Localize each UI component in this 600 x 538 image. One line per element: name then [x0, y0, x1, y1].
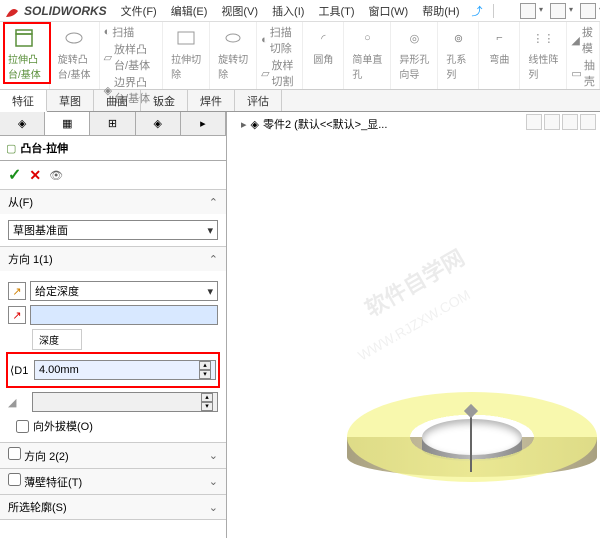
extrude-boss-button[interactable]: 拉伸凸 台/基体: [4, 24, 45, 83]
direction-field[interactable]: [30, 305, 218, 325]
shell-button[interactable]: ▭抽壳: [571, 57, 595, 89]
reverse-direction-button[interactable]: ↗: [8, 282, 26, 300]
revolve-boss-button[interactable]: 旋转凸 台/基体: [54, 24, 95, 83]
panel-tab-feature-tree[interactable]: ◈: [0, 112, 45, 135]
menu-edit[interactable]: 编辑(E): [165, 1, 214, 21]
panel-tab-property[interactable]: ▦: [45, 112, 90, 135]
property-manager-panel: ◈ ▦ ⊞ ◈ ▸ ▢ 凸台-拉伸 ✓ ✕ 👁 从(F)⌃ 草图基准面 方向 1…: [0, 112, 227, 538]
tab-surface[interactable]: 曲面: [94, 90, 141, 111]
vp-tool-2[interactable]: [544, 114, 560, 130]
depth-tooltip: 深度: [32, 329, 82, 350]
menu-window[interactable]: 窗口(W): [363, 1, 415, 21]
panel-tab-dimxpert[interactable]: ◈: [136, 112, 181, 135]
part-icon: ◈: [251, 118, 259, 131]
draft-outward-checkbox[interactable]: [16, 420, 29, 433]
draft-icon: ◢: [8, 396, 28, 409]
hole-wizard-button[interactable]: ◎异形孔 向导: [395, 24, 433, 83]
tab-evaluate[interactable]: 评估: [235, 90, 282, 111]
sweep-cut-button[interactable]: ◐扫描切除: [261, 24, 298, 56]
direction-vector-button[interactable]: ↗: [8, 306, 26, 324]
draft-spin-down[interactable]: ▾: [201, 402, 213, 411]
save-doc-icon[interactable]: [580, 3, 596, 19]
tab-sketch[interactable]: 草图: [47, 90, 94, 111]
app-name: SOLIDWORKS: [24, 4, 107, 18]
sweep-button[interactable]: ◐扫描: [104, 24, 159, 40]
thin-checkbox[interactable]: [8, 473, 21, 486]
revolve-cut-button[interactable]: 旋转切 除: [214, 24, 252, 83]
from-plane-dropdown[interactable]: 草图基准面: [8, 220, 218, 240]
tab-weldment[interactable]: 焊件: [188, 90, 235, 111]
hole-series-button[interactable]: ⊚孔系列: [442, 24, 474, 83]
separator: [493, 4, 494, 18]
menu-insert[interactable]: 插入(I): [266, 1, 310, 21]
vp-tool-3[interactable]: [562, 114, 578, 130]
tab-sheetmetal[interactable]: 钣金: [141, 90, 188, 111]
depth-input[interactable]: ▴▾: [34, 360, 216, 380]
end-condition-dropdown[interactable]: 给定深度: [30, 281, 218, 301]
depth-icon: ⟨D1: [10, 364, 30, 377]
ok-button[interactable]: ✓: [8, 165, 21, 185]
depth-spin-down[interactable]: ▾: [199, 370, 211, 379]
section-dir1-header[interactable]: 方向 1(1)⌃: [0, 247, 226, 271]
preview-button[interactable]: 👁: [49, 169, 63, 182]
dir2-checkbox[interactable]: [8, 447, 21, 460]
highlight-box-2: ⟨D1 ▴▾: [6, 352, 220, 388]
draft-outward-label: 向外拔模(O): [33, 418, 93, 434]
menu-bar: SOLIDWORKS 文件(F) 编辑(E) 视图(V) 插入(I) 工具(T)…: [0, 0, 600, 22]
bend-button[interactable]: ⌐弯曲: [483, 24, 515, 68]
draft-spin-up[interactable]: ▴: [201, 393, 213, 402]
breadcrumb-part[interactable]: 零件2 (默认<<默认>_显...: [263, 116, 387, 132]
tab-feature[interactable]: 特征: [0, 90, 47, 112]
fillet-button[interactable]: ◜圆角: [307, 24, 339, 68]
section-contour-header[interactable]: 所选轮廓(S)⌄: [0, 495, 226, 519]
draft-input[interactable]: ▴▾: [32, 392, 218, 412]
menu-view[interactable]: 视图(V): [215, 1, 264, 21]
command-manager-tabs: 特征 草图 曲面 钣金 焊件 评估: [0, 90, 600, 112]
depth-spin-up[interactable]: ▴: [199, 361, 211, 370]
watermark-2: WWW.RJZXW.COM: [355, 286, 473, 363]
panel-tab-display[interactable]: ▸: [181, 112, 226, 135]
watermark-1: 软件自学网: [358, 241, 469, 324]
feature-title: 凸台-拉伸: [20, 140, 68, 156]
cube-icon: ▢: [6, 142, 16, 155]
panel-tab-config[interactable]: ⊞: [90, 112, 135, 135]
app-logo-icon: [4, 3, 20, 19]
vp-tool-1[interactable]: [526, 114, 542, 130]
vp-tool-4[interactable]: [580, 114, 596, 130]
loft-cut-button[interactable]: ▱放样切割: [261, 57, 298, 89]
draft-button[interactable]: ◢拔模: [571, 24, 595, 56]
loft-button[interactable]: ▱放样凸台/基体: [104, 41, 159, 73]
simple-hole-button[interactable]: ○简单直 孔: [348, 24, 386, 83]
new-doc-icon[interactable]: [520, 3, 536, 19]
linear-pattern-button[interactable]: ⋮⋮线性阵 列: [524, 24, 562, 83]
open-doc-icon[interactable]: [550, 3, 566, 19]
viewport[interactable]: ▸ ◈ 零件2 (默认<<默认>_显... 软件自学网 WWW.RJZXW.CO…: [227, 112, 600, 538]
ribbon-toolbar: 拉伸凸 台/基体 旋转凸 台/基体 ◐扫描 ▱放样凸台/基体 ◈边界凸台/基体 …: [0, 22, 600, 90]
extrude-cut-button[interactable]: 拉伸切 除: [167, 24, 205, 83]
section-from-header[interactable]: 从(F)⌃: [0, 190, 226, 214]
cancel-button[interactable]: ✕: [29, 167, 41, 184]
section-dir2-header[interactable]: 方向 2(2)⌄: [0, 443, 226, 468]
menu-help[interactable]: 帮助(H): [416, 1, 465, 21]
crumb-expand-icon[interactable]: ▸: [241, 118, 247, 131]
section-thin-header[interactable]: 薄壁特征(T)⌄: [0, 469, 226, 494]
menu-file[interactable]: 文件(F): [115, 1, 163, 21]
menu-tools[interactable]: 工具(T): [312, 1, 360, 21]
pin-icon[interactable]: ⤴: [472, 3, 483, 19]
